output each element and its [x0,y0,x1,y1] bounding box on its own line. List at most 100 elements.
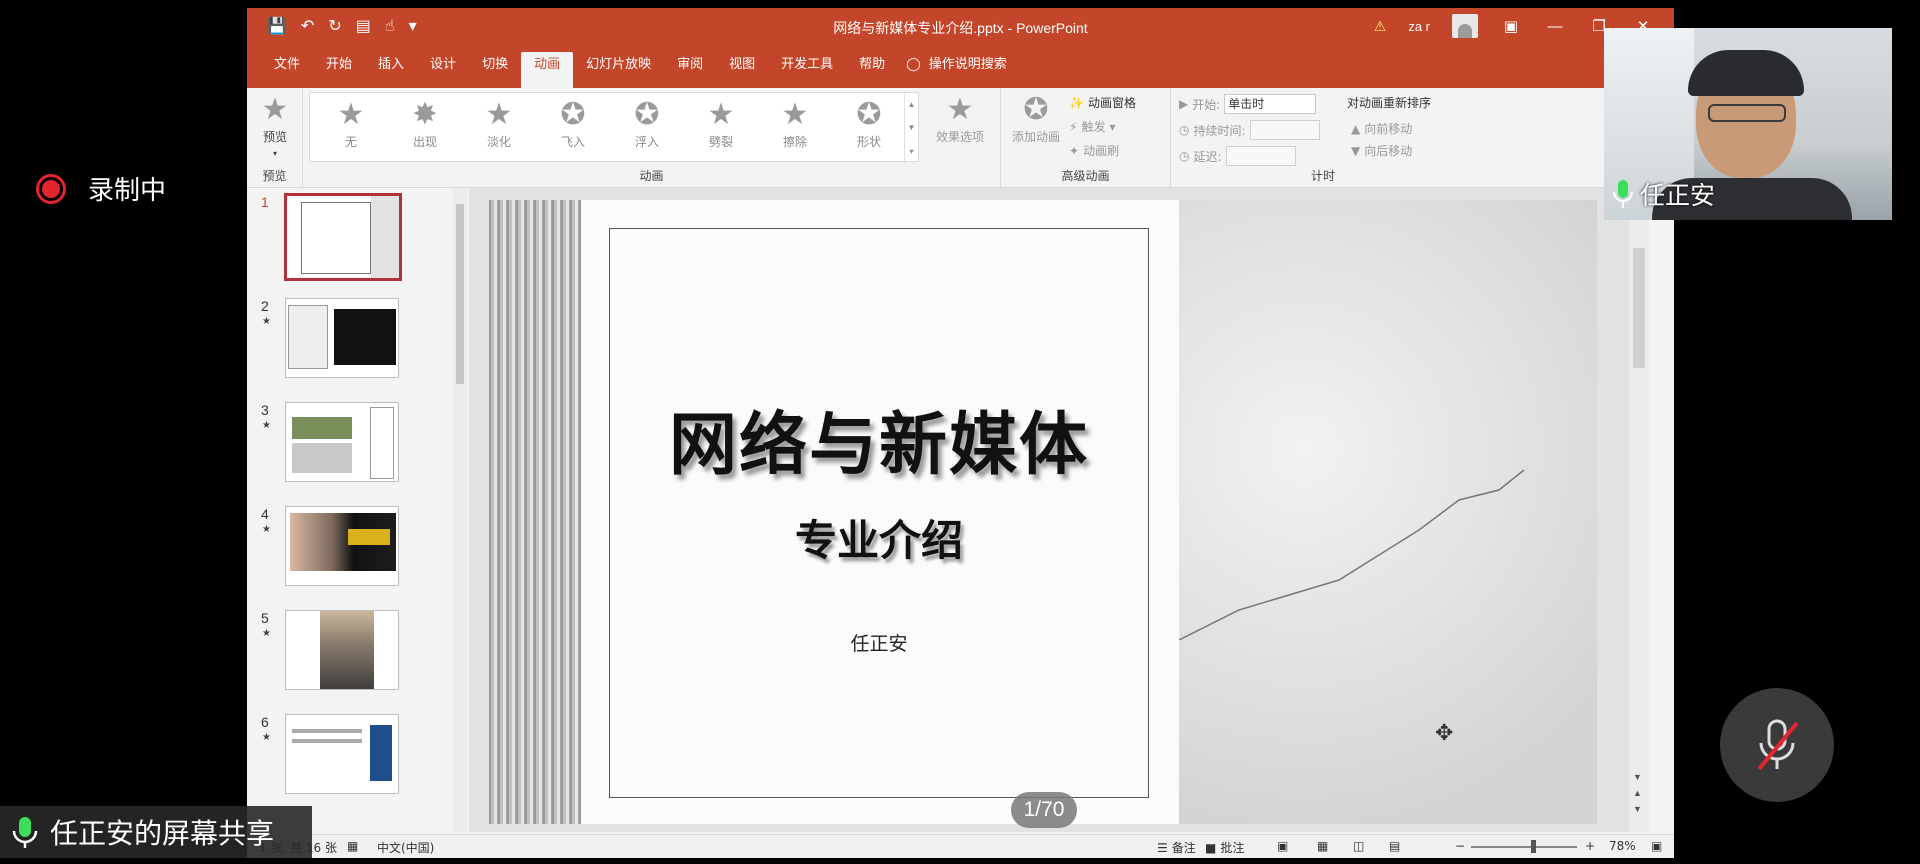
screen-share-label: 任正安的屏幕共享 [0,806,312,858]
user-name[interactable]: za r [1408,19,1430,34]
thumbnail-image[interactable] [285,298,399,378]
current-slide[interactable]: 网络与新媒体 专业介绍 任正安 ✥ [489,200,1597,824]
anim-fly-in[interactable]: ✪ 飞入 [538,97,608,150]
reading-view-icon[interactable]: ◫ [1353,839,1364,853]
zoom-slider-thumb[interactable] [1531,840,1536,853]
slideshow-view-icon[interactable]: ▤ [1389,839,1400,853]
add-animation-button[interactable]: ✪ 添加动画 [1007,92,1065,145]
anim-shape[interactable]: ✪ 形状 [834,97,904,150]
tab-help[interactable]: 帮助 [846,52,898,88]
slide-author[interactable]: 任正安 [610,629,1148,656]
move-later-button[interactable]: ▼ 向后移动 [1351,142,1412,159]
record-icon [36,173,66,204]
anim-shape-label: 形状 [856,135,881,149]
thumbnail-image[interactable] [285,714,399,794]
mic-active-icon [1613,180,1633,208]
spellcheck-icon[interactable]: ▦ [347,839,358,853]
mute-toggle-button[interactable] [1720,688,1834,802]
next-slide-icon[interactable]: ▼ [1633,804,1642,814]
tab-file[interactable]: 文件 [261,52,313,88]
zoom-level[interactable]: 78% [1609,839,1636,853]
animation-pane-button[interactable]: ✨ 动画窗格 [1069,94,1136,111]
thumbnail-number: 4 [261,506,269,522]
page-indicator: 1/70 [1011,792,1077,828]
notes-button[interactable]: ☰ 备注 [1157,839,1196,856]
delay-input[interactable] [1225,146,1296,166]
sorter-view-icon[interactable]: ▦ [1317,839,1328,853]
scroll-down-icon[interactable]: ▼ [1633,772,1642,782]
tab-review[interactable]: 审阅 [664,52,716,88]
zoom-slider[interactable] [1471,846,1577,848]
move-earlier-button[interactable]: ▲ 向前移动 [1351,120,1412,137]
comments-button[interactable]: ■ 批注 [1205,839,1244,856]
tab-home[interactable]: 开始 [313,52,365,88]
clock-icon: ◷ [1179,123,1190,137]
thumbnail-scrollbar[interactable] [453,188,467,832]
anim-none[interactable]: ★ 无 [316,97,386,150]
tab-transitions[interactable]: 切换 [469,52,521,88]
slide-subtitle[interactable]: 专业介绍 [610,507,1148,568]
webcam-feed: 任正安 [1604,28,1892,220]
delay-row: ◷ 延迟: [1179,146,1296,166]
effect-options-label: 效果选项 [935,130,984,144]
anim-split[interactable]: ★ 劈裂 [686,97,756,150]
prev-slide-icon[interactable]: ▲ [1633,788,1642,798]
gallery-scroll[interactable]: ▲ ▼ ▾ [904,93,918,163]
anim-shape-icon: ✪ [856,97,882,132]
warning-icon[interactable]: ⚠ [1374,18,1387,35]
animation-star-icon: ★ [262,732,271,743]
user-avatar-icon[interactable] [1452,14,1478,38]
minimize-icon[interactable]: — [1544,18,1566,35]
trigger-button[interactable]: ⚡ 触发 ▾ [1069,118,1115,135]
zoom-in-icon[interactable]: + [1585,839,1595,853]
thumbnail-image[interactable] [285,506,399,586]
anim-none-label: 无 [344,135,357,149]
tab-design[interactable]: 设计 [417,52,469,88]
start-select[interactable]: 单击时 [1224,94,1317,114]
animation-star-icon: ★ [262,628,271,639]
thumbnail-image[interactable] [284,193,402,281]
painter-label: 动画刷 [1083,144,1120,158]
duration-input[interactable] [1249,120,1320,140]
timing-group-label: 计时 [1310,169,1335,183]
zoom-out-icon[interactable]: − [1455,839,1465,853]
tell-me-search[interactable]: ◯ 操作说明搜索 [898,52,1007,88]
normal-view-icon[interactable]: ▣ [1277,839,1288,853]
status-bar: 1 张, 共 16 张 ▦ 中文(中国) ☰备注 ■批注 ▣ ▦ ◫ ▤ − +… [247,834,1674,858]
slide-scrollbar[interactable]: ▼ ▲ ▼ [1629,188,1649,832]
tab-insert[interactable]: 插入 [365,52,417,88]
fit-slide-icon[interactable]: ▣ [1651,839,1662,853]
language-indicator[interactable]: 中文(中国) [377,839,434,856]
anim-appear-icon: ✸ [412,97,438,132]
anim-wipe[interactable]: ★ 擦除 [760,97,830,150]
preview-group: ★ 预览 ▾ 预览 [247,88,303,188]
trigger-icon: ⚡ [1069,119,1078,134]
thumbnail-image[interactable] [285,402,399,482]
tab-animations[interactable]: 动画 [521,52,574,88]
effect-options-icon: ★ [946,92,974,127]
wall-crack [1179,469,1525,640]
preview-button[interactable]: ★ 预览 ▾ [253,92,297,159]
effect-options-button[interactable]: ★ 效果选项 [927,92,993,145]
tab-view[interactable]: 视图 [716,52,768,88]
thumbnail-image[interactable] [285,610,399,690]
lightbulb-icon: ◯ [906,57,921,72]
move-later-label: 向后移动 [1364,144,1413,158]
thumbnail-number: 2 [261,298,269,314]
anim-fade[interactable]: ★ 淡化 [464,97,534,150]
trigger-label: 触发 [1081,120,1106,134]
anim-appear[interactable]: ✸ 出现 [390,97,460,150]
tab-slideshow[interactable]: 幻灯片放映 [573,52,664,88]
comments-icon: ■ [1205,840,1217,855]
slide-title[interactable]: 网络与新媒体 [610,389,1148,488]
thumbnail-number: 3 [261,402,269,418]
anim-float-in[interactable]: ✪ 浮入 [612,97,682,150]
thumbnail-number: 1 [261,194,269,210]
mic-muted-icon [1757,719,1799,771]
tab-developer[interactable]: 开发工具 [768,52,846,88]
ribbon-display-icon[interactable]: ▣ [1500,17,1522,35]
thumbnail-number: 5 [261,610,269,626]
anim-none-icon: ★ [337,97,365,132]
animation-painter-button[interactable]: ✦ 动画刷 [1069,142,1119,159]
start-label: 开始: [1192,97,1221,112]
